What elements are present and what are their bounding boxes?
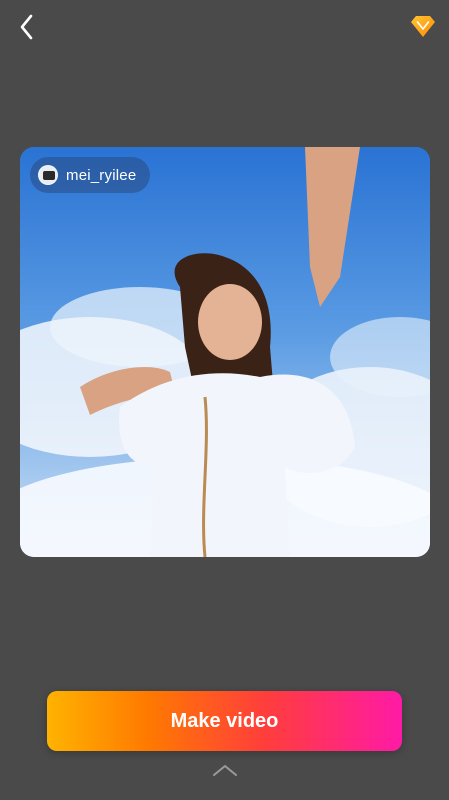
photo-image: [20, 147, 430, 557]
make-video-button[interactable]: Make video: [47, 691, 402, 751]
premium-button[interactable]: [409, 12, 437, 40]
user-chip[interactable]: mei_ryilee: [30, 157, 151, 193]
expand-handle[interactable]: [210, 758, 240, 782]
username: mei_ryilee: [66, 166, 137, 184]
diamond-icon: [411, 16, 435, 37]
chevron-left-icon: [20, 14, 33, 40]
chevron-up-icon: [213, 765, 237, 776]
photo-preview[interactable]: mei_ryilee: [20, 147, 430, 557]
back-button[interactable]: [12, 12, 42, 42]
avatar-icon: [38, 165, 58, 185]
screen: mei_ryilee Make video: [0, 0, 449, 800]
